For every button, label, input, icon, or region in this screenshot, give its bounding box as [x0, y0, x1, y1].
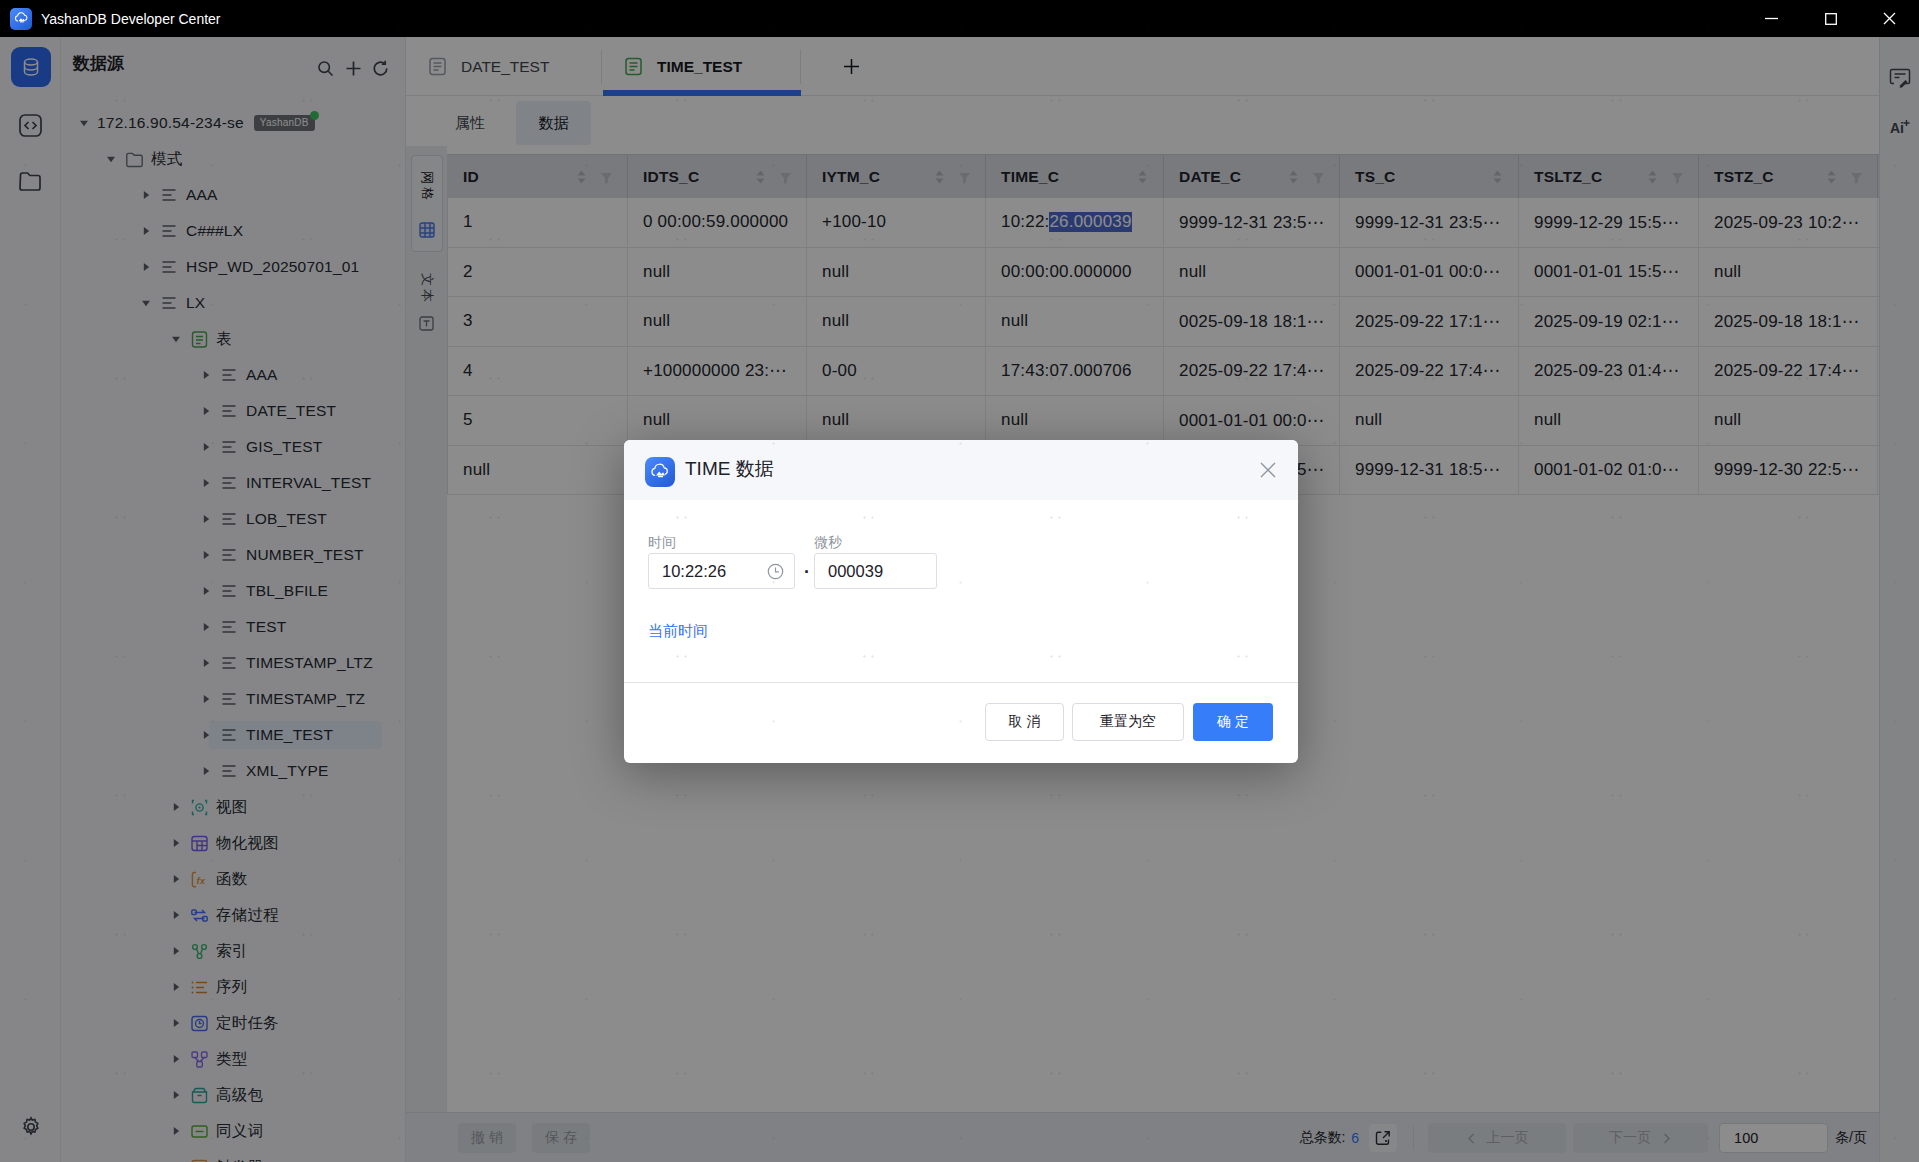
cancel-button[interactable]: 取 消: [985, 703, 1064, 741]
microsecond-input[interactable]: 000039: [814, 553, 937, 589]
app-logo-icon: [10, 8, 32, 30]
app-title: YashanDB Developer Center: [41, 11, 221, 27]
ok-button[interactable]: 确 定: [1193, 703, 1273, 741]
title-bar: YashanDB Developer Center: [0, 0, 1919, 37]
microsecond-field-label: 微秒: [814, 534, 842, 552]
dialog-logo-icon: [645, 457, 675, 487]
close-button[interactable]: [1860, 0, 1919, 37]
dialog-close-icon[interactable]: [1259, 461, 1277, 479]
time-field-label: 时间: [648, 534, 676, 552]
decimal-dot: ·: [799, 562, 815, 583]
clock-icon: [767, 563, 784, 580]
dialog-footer-divider: [624, 682, 1298, 683]
current-time-link[interactable]: 当前时间: [648, 622, 708, 641]
app-window: YashanDB Developer Center 数据源 172.16.90.…: [0, 0, 1919, 1162]
dialog-header: TIME 数据: [624, 440, 1298, 500]
minimize-button[interactable]: [1742, 0, 1801, 37]
time-input[interactable]: 10:22:26: [648, 553, 795, 589]
maximize-button[interactable]: [1801, 0, 1860, 37]
reset-empty-button[interactable]: 重置为空: [1072, 703, 1184, 741]
dialog-title: TIME 数据: [685, 456, 774, 482]
time-data-dialog: TIME 数据 时间 微秒 10:22:26 · 000039 当前时间 取 消…: [624, 440, 1298, 763]
